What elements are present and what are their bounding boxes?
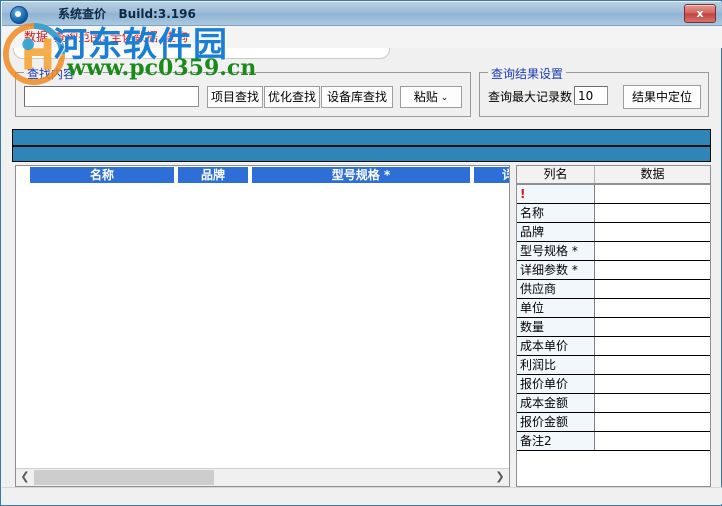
detail-row[interactable]: 利润比 — [517, 356, 710, 375]
detail-row-value[interactable] — [595, 394, 710, 412]
detail-row-value[interactable] — [595, 318, 710, 336]
detail-row[interactable]: 报价金额 — [517, 413, 710, 432]
title-bar: 系统查价 Build:3.196 x — [2, 2, 722, 26]
grid-column-header[interactable]: 品牌 — [178, 167, 250, 183]
detail-row-list: ! 名称 品牌 型号规格 * 详细参数 * 供应商 单位 数量 成本单价 利润比 报价单价 成本金额报… — [517, 185, 710, 486]
detail-panel[interactable]: 列名 数据 ! 名称 品牌 型号规格 * 详细参数 * 供应商 单位 数量 成本单价 利润比 报价单… — [516, 165, 711, 487]
detail-row-label: 成本单价 — [517, 337, 595, 355]
detail-row[interactable]: 品牌 — [517, 223, 710, 242]
detail-row-label: 利润比 — [517, 356, 595, 374]
menu-item-data[interactable]: 数据 — [24, 29, 48, 45]
detail-row[interactable]: 详细参数 * — [517, 261, 710, 280]
detail-row-value[interactable] — [595, 432, 710, 450]
detail-row-label: ! — [517, 185, 595, 203]
detail-row[interactable]: 供应商 — [517, 280, 710, 299]
detail-row-value[interactable] — [595, 299, 710, 317]
detail-row-value[interactable] — [595, 204, 710, 222]
paste-dropdown-button[interactable]: 粘贴 ⌄ — [400, 86, 462, 108]
app-globe-icon — [10, 6, 28, 24]
grid-corner-cell — [16, 166, 30, 184]
grid-column-header[interactable]: 型号规格 * — [252, 167, 472, 183]
grid-column-header[interactable]: 详 — [474, 167, 509, 183]
scroll-left-arrow-icon[interactable]: ❮ — [17, 469, 33, 485]
detail-row-label: 备注2 — [517, 432, 595, 450]
window-title: 系统查价 Build:3.196 — [58, 7, 196, 21]
detail-row[interactable]: 型号规格 * — [517, 242, 710, 261]
detail-row-value[interactable] — [595, 185, 710, 203]
detail-row-label: 报价金额 — [517, 413, 595, 431]
detail-row-value[interactable] — [595, 261, 710, 279]
detail-column-name-header: 列名 — [517, 166, 595, 183]
detail-row-value[interactable] — [595, 356, 710, 374]
scroll-right-arrow-icon[interactable]: ❯ — [492, 469, 508, 485]
detail-row-value[interactable] — [595, 413, 710, 431]
detail-row-label: 名称 — [517, 204, 595, 222]
detail-row[interactable]: ! — [517, 185, 710, 204]
detail-row-label: 详细参数 * — [517, 261, 595, 279]
detail-row-label: 供应商 — [517, 280, 595, 298]
detail-row-value[interactable] — [595, 337, 710, 355]
close-button[interactable]: x — [684, 4, 716, 23]
menu-bar: 数据 查询范围: 全体数据 查询 — [2, 26, 722, 48]
detail-row[interactable]: 成本单价 — [517, 337, 710, 356]
grid-header-row: 名称品牌型号规格 *详 — [16, 166, 509, 184]
optimized-search-button[interactable]: 优化查找 — [264, 86, 320, 108]
chevron-down-icon: ⌄ — [440, 93, 449, 103]
blue-banner — [12, 129, 711, 162]
detail-row-label: 数量 — [517, 318, 595, 336]
paste-label: 粘贴 — [413, 90, 438, 104]
grid-column-header[interactable]: 名称 — [30, 167, 176, 183]
results-grid[interactable]: 名称品牌型号规格 *详 ❮ ❯ — [15, 165, 510, 487]
application-window: 系统查价 Build:3.196 x 数据 查询范围: 全体数据 查询 河东软件… — [0, 0, 722, 506]
detail-row-value[interactable] — [595, 375, 710, 393]
max-records-input[interactable] — [574, 86, 608, 105]
device-library-search-button[interactable]: 设备库查找 — [321, 86, 393, 108]
horizontal-scrollbar[interactable]: ❮ ❯ — [16, 468, 509, 486]
status-bar — [2, 487, 722, 504]
detail-row[interactable]: 备注2 — [517, 432, 710, 451]
detail-row-value[interactable] — [595, 223, 710, 241]
detail-row-label: 品牌 — [517, 223, 595, 241]
max-records-label: 查询最大记录数 — [488, 90, 573, 104]
detail-row-label: 单位 — [517, 299, 595, 317]
find-content-legend: 查找内容 — [24, 65, 79, 82]
detail-header-row: 列名 数据 — [517, 166, 710, 185]
detail-row[interactable]: 数量 — [517, 318, 710, 337]
grid-body[interactable] — [16, 184, 509, 468]
detail-row[interactable]: 报价单价 — [517, 375, 710, 394]
menu-item-query-scope[interactable]: 查询范围: 全体数据 — [54, 29, 158, 45]
menu-item-query[interactable]: 查询 — [164, 29, 188, 45]
detail-row-label: 型号规格 * — [517, 242, 595, 260]
search-input[interactable] — [24, 86, 199, 107]
locate-in-result-button[interactable]: 结果中定位 — [623, 85, 701, 109]
detail-row[interactable]: 名称 — [517, 204, 710, 223]
detail-row[interactable]: 单位 — [517, 299, 710, 318]
banner-divider — [13, 145, 710, 147]
scrollbar-thumb[interactable] — [34, 470, 214, 485]
query-result-settings-legend: 查询结果设置 — [488, 65, 567, 82]
detail-row-value[interactable] — [595, 280, 710, 298]
detail-row-label: 报价单价 — [517, 375, 595, 393]
detail-column-value-header: 数据 — [640, 167, 665, 181]
detail-row-value[interactable] — [595, 242, 710, 260]
detail-row[interactable]: 成本金额 — [517, 394, 710, 413]
detail-row-label: 成本金额 — [517, 394, 595, 412]
project-search-button[interactable]: 项目查找 — [207, 86, 263, 108]
